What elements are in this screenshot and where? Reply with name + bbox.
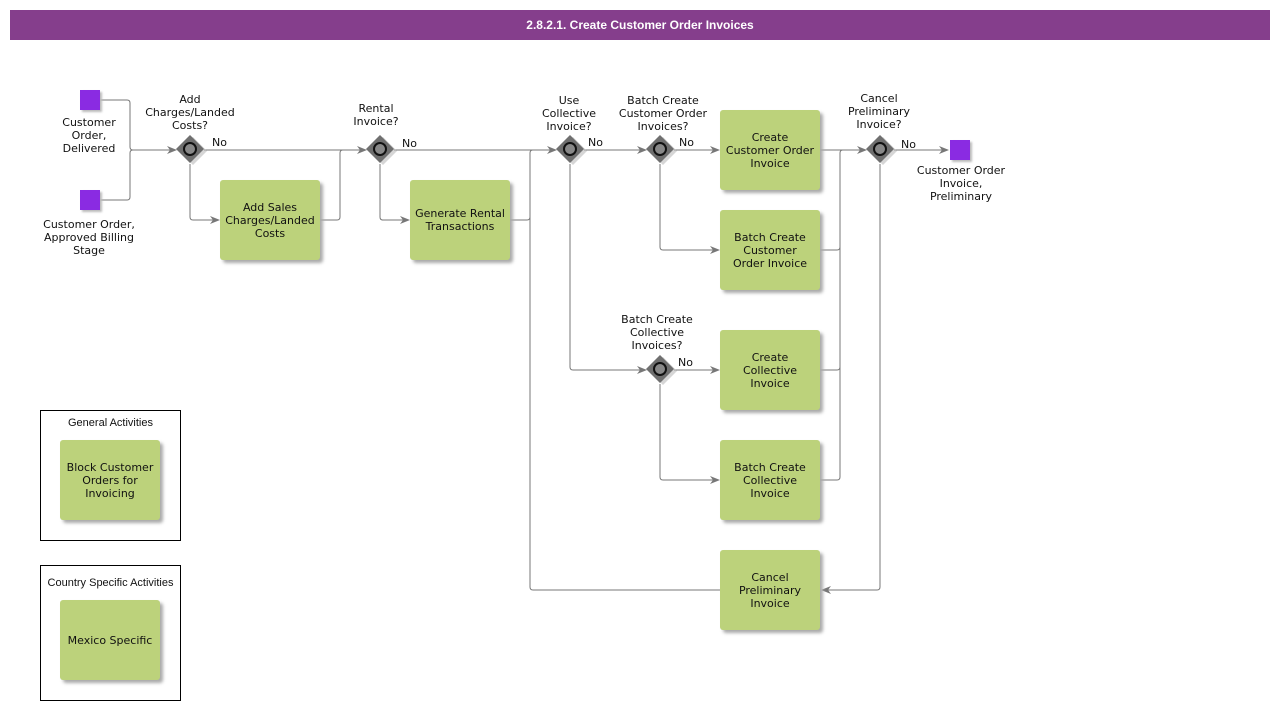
gateway-batch-collective-label: Batch Create Collective Invoices? bbox=[621, 313, 693, 352]
flow-gw6-yes bbox=[821, 164, 881, 594]
gateway-rental-label: Rental Invoice? bbox=[353, 102, 399, 128]
start-event-approved[interactable] bbox=[80, 190, 100, 210]
flow-gw2-yes bbox=[379, 164, 410, 224]
flow-start-approved bbox=[100, 149, 134, 201]
task-generate-rental-transactions[interactable]: Generate Rental Transactions bbox=[410, 180, 510, 260]
gateway-add-charges[interactable] bbox=[174, 134, 208, 168]
flow-gw5-yes bbox=[659, 384, 720, 484]
flow-add-charges-out bbox=[320, 149, 344, 221]
gateway-batch-collective[interactable] bbox=[644, 354, 678, 388]
flow-gw1-yes bbox=[189, 164, 220, 224]
end-event-preliminary-label: Customer Order Invoice, Preliminary bbox=[916, 164, 1006, 203]
task-cancel-preliminary-invoice[interactable]: Cancel Preliminary Invoice bbox=[720, 550, 820, 630]
gateway-rental-no: No bbox=[402, 137, 417, 150]
gateway-collective-label: Use Collective Invoice? bbox=[542, 94, 596, 133]
gateway-cancel-no: No bbox=[901, 138, 916, 151]
start-event-delivered[interactable] bbox=[80, 90, 100, 110]
flow-batch-coll-out bbox=[820, 153, 841, 481]
task-batch-create-collective-invoice[interactable]: Batch Create Collective Invoice bbox=[720, 440, 820, 520]
task-create-customer-order-invoice[interactable]: Create Customer Order Invoice bbox=[720, 110, 820, 190]
gateway-batch-co-no: No bbox=[679, 136, 694, 149]
general-activities-title: General Activities bbox=[68, 417, 153, 429]
task-mexico-specific[interactable]: Mexico Specific bbox=[60, 600, 160, 680]
gateway-collective[interactable] bbox=[554, 134, 588, 168]
gateway-rental[interactable] bbox=[364, 134, 398, 168]
gateway-cancel-label: Cancel Preliminary Invoice? bbox=[847, 92, 911, 131]
end-event-preliminary[interactable] bbox=[950, 140, 970, 160]
flow-cancel-loop bbox=[529, 153, 720, 591]
gateway-batch-co-label: Batch Create Customer Order Invoices? bbox=[618, 94, 708, 133]
start-event-approved-label: Customer Order, Approved Billing Stage bbox=[43, 218, 135, 257]
flow-create-coll-out bbox=[820, 153, 841, 371]
task-block-customer-orders[interactable]: Block Customer Orders for Invoicing bbox=[60, 440, 160, 520]
gateway-collective-no: No bbox=[588, 136, 603, 149]
country-specific-activities-title: Country Specific Activities bbox=[47, 577, 174, 589]
task-create-collective-invoice[interactable]: Create Collective Invoice bbox=[720, 330, 820, 410]
gateway-add-charges-no: No bbox=[212, 136, 227, 149]
task-batch-create-customer-order-invoice[interactable]: Batch Create Customer Order Invoice bbox=[720, 210, 820, 290]
gateway-add-charges-label: Add Charges/Landed Costs? bbox=[145, 93, 235, 132]
task-add-sales-charges[interactable]: Add Sales Charges/Landed Costs bbox=[220, 180, 320, 260]
gateway-batch-co[interactable] bbox=[644, 134, 678, 168]
flow-gw4-yes bbox=[659, 164, 720, 254]
gateway-cancel[interactable] bbox=[864, 134, 898, 168]
start-event-delivered-label: Customer Order, Delivered bbox=[62, 116, 116, 155]
gateway-batch-collective-no: No bbox=[678, 356, 693, 369]
